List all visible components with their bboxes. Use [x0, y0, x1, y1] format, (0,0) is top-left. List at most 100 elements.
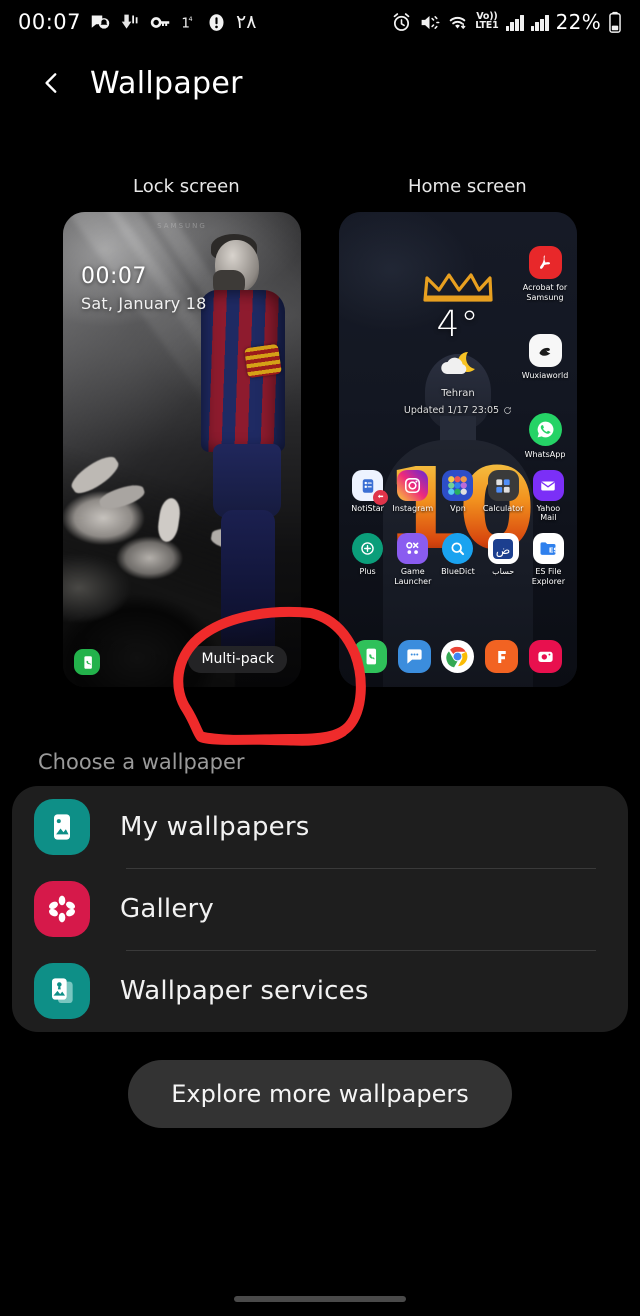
my-wallpapers-icon	[34, 799, 90, 855]
weather-moon-cloud-icon	[437, 350, 479, 378]
lock-screen-preview[interactable]: SAMSUNG 00:07 Sat, January 18 Multi-pack	[63, 212, 301, 687]
arabic-app-icon: ض	[487, 533, 519, 565]
alert-icon	[206, 12, 227, 33]
weather-temperature: 4°	[436, 304, 480, 345]
wallpaper-settings-screen: 00:07 14 ٢٨ Vo)) LTE1 22% Wallpaper Lock…	[0, 0, 640, 1316]
list-item-wallpaper-services[interactable]: Wallpaper services	[34, 950, 606, 1032]
home-app-bluedict[interactable]: BlueDict	[437, 533, 479, 585]
home-app-calculator[interactable]: Calculator	[482, 470, 524, 522]
gesture-bar[interactable]	[234, 1296, 406, 1302]
status-bar-right: Vo)) LTE1 22%	[391, 10, 622, 34]
multi-pack-badge[interactable]: Multi-pack	[188, 646, 287, 673]
list-item-gallery[interactable]: Gallery	[34, 868, 606, 950]
weather-updated-text: Updated 1/17 23:05	[403, 405, 500, 416]
home-app-acrobat[interactable]: Acrobat for Samsung	[521, 246, 569, 302]
dock-camera-app[interactable]	[528, 640, 562, 673]
battery-icon	[608, 11, 622, 33]
home-app-wuxiaworld[interactable]: Wuxiaworld	[521, 334, 569, 381]
home-app-whatsapp[interactable]: WhatsApp	[521, 412, 569, 460]
home-app-instagram[interactable]: Instagram	[392, 470, 434, 522]
lock-phone-shortcut[interactable]	[74, 649, 100, 675]
home-app-vpn-folder[interactable]: Vpn	[437, 470, 479, 522]
plus-chat-icon	[352, 533, 384, 565]
es-file-explorer-icon: ES	[532, 533, 564, 565]
notistar-icon	[352, 470, 389, 505]
status-clock: 00:07	[18, 10, 82, 34]
dock-phone[interactable]	[354, 640, 388, 673]
status-bar: 00:07 14 ٢٨ Vo)) LTE1 22%	[0, 0, 640, 44]
crown-icon	[421, 270, 495, 304]
dock-orange-app[interactable]	[485, 640, 519, 673]
home-app-label: Wuxiaworld	[521, 371, 569, 381]
page-title: Wallpaper	[90, 65, 243, 101]
whatsapp-icon	[528, 412, 562, 446]
home-app-arabic[interactable]: ض حساب	[482, 533, 524, 585]
svg-text:ض: ض	[496, 543, 511, 558]
home-app-label: Calculator	[482, 504, 524, 513]
dock-chrome[interactable]	[441, 640, 475, 673]
calculator-icon	[487, 470, 519, 501]
home-app-yahoo-mail[interactable]: Yahoo Mail	[527, 470, 569, 522]
mute-icon	[419, 12, 440, 33]
preview-labels: Lock screen Home screen	[0, 176, 640, 204]
camera-app-icon	[538, 651, 553, 663]
key-icon	[150, 12, 171, 33]
home-app-label: Yahoo Mail	[536, 504, 561, 523]
home-dock	[339, 640, 577, 673]
lock-date: Sat, January 18	[81, 294, 207, 313]
chevron-left-icon	[45, 73, 57, 93]
volte-bottom: LTE1	[475, 20, 499, 31]
alarm-icon	[391, 12, 412, 33]
svg-text:ES: ES	[549, 546, 558, 554]
home-screen-preview[interactable]: 10 4° Tehran Updated 1/17 23:05 Acrobat …	[339, 212, 577, 687]
home-app-grid: NotiStar Instagram Vpn Calculator Yahoo …	[339, 470, 577, 586]
wallpaper-services-icon	[34, 963, 90, 1019]
home-app-label: ES File Explorer	[531, 567, 565, 586]
home-app-game-launcher[interactable]: Game Launcher	[392, 533, 434, 586]
lock-time: 00:07	[81, 264, 147, 289]
lock-watermark: SAMSUNG	[157, 222, 207, 230]
choose-wallpaper-title: Choose a wallpaper	[38, 750, 245, 774]
notification-icon	[90, 12, 111, 33]
vpn-folder-icon	[442, 470, 474, 501]
signal-bars-icon	[505, 14, 524, 31]
home-app-es-file-explorer[interactable]: ES ES File Explorer	[527, 533, 569, 586]
instagram-icon	[397, 470, 429, 501]
vibrate-down-icon	[120, 12, 141, 33]
wuxiaworld-icon	[528, 334, 562, 368]
back-button[interactable]	[30, 61, 74, 105]
yahoo-mail-icon	[532, 470, 564, 501]
gallery-flower-icon	[34, 881, 90, 937]
signal-bars-2-icon	[530, 14, 549, 31]
phone-icon	[83, 655, 92, 669]
messages-icon	[407, 649, 422, 664]
svg-text:4: 4	[189, 15, 193, 23]
notistar-badge-icon	[373, 490, 389, 505]
home-app-label: Plus	[359, 567, 376, 577]
wifi-icon	[447, 12, 468, 33]
list-item-label: Gallery	[120, 894, 214, 924]
home-app-plus[interactable]: Plus	[347, 533, 389, 585]
list-item-my-wallpapers[interactable]: My wallpapers	[34, 786, 606, 868]
bluedict-icon	[442, 533, 474, 565]
explore-more-wallpapers-button[interactable]: Explore more wallpapers	[128, 1060, 512, 1128]
refresh-icon	[504, 407, 511, 414]
list-item-label: My wallpapers	[120, 812, 310, 842]
home-app-label: Instagram	[392, 504, 434, 513]
home-app-notistar[interactable]: NotiStar	[347, 470, 389, 522]
game-launcher-icon	[397, 533, 429, 565]
home-app-label: Acrobat for Samsung	[522, 283, 568, 302]
volte-indicator: Vo)) LTE1	[475, 12, 499, 31]
orange-app-icon	[497, 650, 506, 663]
home-app-label: BlueDict	[441, 567, 475, 577]
status-bar-left: 00:07 14 ٢٨	[18, 10, 256, 34]
home-app-label: Vpn	[450, 504, 466, 513]
home-app-label: حساب	[492, 567, 515, 577]
list-item-label: Wallpaper services	[120, 976, 369, 1006]
phone-icon	[366, 648, 377, 665]
dock-messages[interactable]	[397, 640, 431, 673]
home-app-row-1: NotiStar Instagram Vpn Calculator Yahoo …	[339, 470, 577, 522]
battery-percent: 22%	[555, 10, 601, 34]
app-header: Wallpaper	[0, 52, 640, 114]
chrome-icon	[446, 646, 468, 668]
